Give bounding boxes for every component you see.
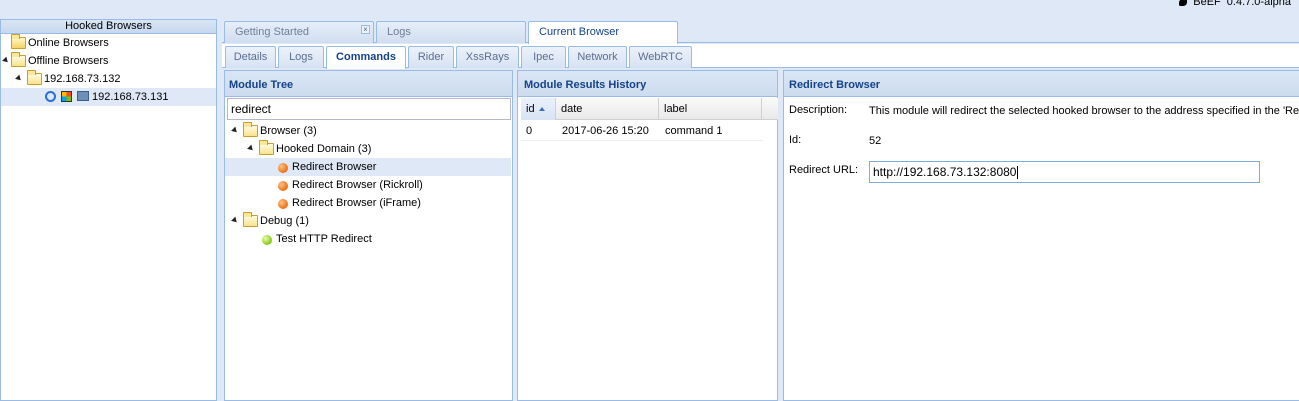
tree-offline-browsers[interactable]: Offline Browsers — [1, 52, 216, 70]
cell-date: 2017-06-26 15:20 — [562, 125, 649, 137]
brand-name: BeEF — [1193, 0, 1221, 8]
column-id-label: id — [526, 103, 535, 115]
module-redirect-browser-rickroll[interactable]: Redirect Browser (Rickroll) — [225, 176, 511, 194]
cell-id: 0 — [526, 125, 533, 137]
tab-logs[interactable]: Logs — [278, 46, 324, 68]
tree-hooked-browser[interactable]: 192.168.73.131 — [1, 88, 216, 106]
tab-logs-main[interactable]: Logs — [376, 21, 526, 43]
redirect-url-input[interactable]: http://192.168.73.132:8080 — [869, 161, 1260, 183]
brand-version: 0.4.7.0-alpha — [1226, 0, 1291, 8]
column-date-label: date — [561, 103, 583, 115]
expand-arrow-icon[interactable] — [2, 56, 10, 65]
close-icon[interactable]: × — [361, 25, 370, 34]
module-label: Redirect Browser (iFrame) — [292, 197, 421, 209]
host-label: 192.168.73.132 — [44, 73, 121, 85]
tab-logs-main-label: Logs — [387, 26, 411, 38]
module-redirect-browser[interactable]: Redirect Browser — [225, 158, 511, 176]
browser-ip-label: 192.168.73.131 — [92, 91, 169, 103]
module-redirect-browser-iframe[interactable]: Redirect Browser (iFrame) — [225, 194, 511, 212]
status-orange-icon — [278, 163, 288, 173]
tree-folder-browser[interactable]: Browser (3) — [225, 122, 511, 140]
module-results-panel: Module Results History id date label 0 2… — [517, 70, 779, 401]
description-text: This module will redirect the selected h… — [869, 105, 1299, 117]
tab-commands[interactable]: Commands — [326, 46, 406, 69]
module-tree-header: Module Tree — [225, 71, 512, 97]
tab-getting-started-label: Getting Started — [235, 26, 309, 38]
sort-ascending-icon — [538, 107, 545, 112]
tab-current-browser-label: Current Browser — [539, 26, 620, 38]
column-header-label[interactable]: label — [659, 98, 762, 120]
hooked-browsers-header: Hooked Browsers — [1, 20, 216, 34]
cell-label: command 1 — [665, 125, 723, 137]
expand-arrow-icon[interactable] — [231, 126, 239, 135]
ie-browser-icon — [45, 91, 56, 102]
module-tree-panel: Module Tree Browser (3) Hooked Domain (3… — [224, 70, 513, 401]
computer-icon — [77, 91, 89, 101]
module-test-http-redirect[interactable]: Test HTTP Redirect — [225, 230, 511, 248]
online-browsers-label: Online Browsers — [28, 37, 109, 49]
top-bar: BeEF 0.4.7.0-alpha — [0, 0, 1299, 18]
status-orange-icon — [278, 181, 288, 191]
status-green-icon — [262, 235, 272, 245]
module-label: Redirect Browser (Rickroll) — [292, 179, 423, 191]
module-detail-header: Redirect Browser — [784, 71, 1299, 97]
splitter[interactable] — [778, 70, 782, 401]
text-caret — [1017, 166, 1019, 180]
browser-sub-tab-strip: Details Logs Commands Rider XssRays Ipec… — [222, 44, 1299, 69]
tree-online-browsers[interactable]: Online Browsers — [1, 34, 216, 52]
status-orange-icon — [278, 199, 288, 209]
tab-details[interactable]: Details — [225, 46, 276, 68]
column-label-label: label — [664, 103, 688, 115]
tree-folder-debug[interactable]: Debug (1) — [225, 212, 511, 230]
tree-folder-hooked-domain[interactable]: Hooked Domain (3) — [225, 140, 511, 158]
description-label: Description: — [789, 104, 848, 116]
results-grid-header: id date label — [521, 98, 779, 120]
module-label: Test HTTP Redirect — [276, 233, 372, 245]
hooked-browsers-panel: Hooked Browsers Online Browsers Offline … — [0, 19, 217, 401]
tab-xssrays[interactable]: XssRays — [456, 46, 519, 68]
tree-host[interactable]: 192.168.73.132 — [1, 70, 216, 88]
folder-hooked-domain-label: Hooked Domain (3) — [276, 143, 372, 155]
module-search-input[interactable] — [227, 98, 511, 120]
id-value: 52 — [869, 135, 882, 147]
folder-icon — [11, 34, 26, 49]
table-row[interactable]: 0 2017-06-26 15:20 command 1 — [521, 121, 762, 141]
expand-arrow-icon[interactable] — [247, 144, 255, 153]
redirect-url-value: http://192.168.73.132:8080 — [873, 165, 1017, 179]
id-label: Id: — [789, 134, 802, 146]
expand-arrow-icon[interactable] — [231, 216, 239, 225]
tab-ipec[interactable]: Ipec — [521, 46, 566, 68]
folder-open-icon — [11, 52, 26, 67]
folder-browser-label: Browser (3) — [260, 125, 317, 137]
beef-logo-icon — [1179, 0, 1188, 6]
folder-debug-label: Debug (1) — [260, 215, 309, 227]
expand-arrow-icon[interactable] — [15, 74, 23, 83]
module-detail-panel: Redirect Browser Description: This modul… — [783, 70, 1299, 401]
main-tab-strip: Getting Started × Logs Current Browser — [222, 19, 1299, 44]
tab-current-browser[interactable]: Current Browser — [528, 21, 678, 44]
folder-open-icon — [243, 212, 258, 227]
folder-open-icon — [27, 70, 42, 85]
tab-getting-started[interactable]: Getting Started × — [224, 21, 374, 43]
folder-open-icon — [259, 140, 274, 155]
hooked-browsers-title: Hooked Browsers — [65, 20, 152, 32]
module-label: Redirect Browser — [292, 161, 377, 173]
redirect-url-label: Redirect URL: — [789, 164, 859, 176]
column-header-date[interactable]: date — [556, 98, 659, 120]
offline-browsers-label: Offline Browsers — [28, 55, 109, 67]
tab-network[interactable]: Network — [568, 46, 627, 68]
tab-webrtc[interactable]: WebRTC — [629, 46, 692, 68]
folder-open-icon — [243, 122, 258, 137]
module-results-header: Module Results History — [518, 71, 777, 97]
column-header-id[interactable]: id — [521, 98, 556, 120]
tab-rider[interactable]: Rider — [408, 46, 454, 68]
windows-os-icon — [61, 91, 72, 102]
brand: BeEF 0.4.7.0-alpha — [1179, 0, 1291, 8]
